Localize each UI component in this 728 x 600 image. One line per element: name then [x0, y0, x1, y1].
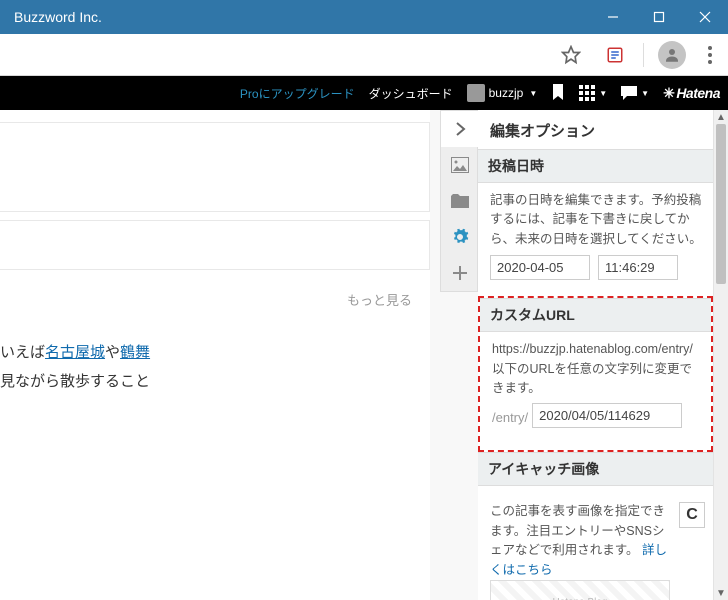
editor-pane: もっと見る いえば名古屋城や鶴舞 見ながら散歩すること — [0, 110, 430, 600]
post-date-input[interactable] — [490, 255, 590, 280]
entry-prefix-label: /entry/ — [492, 402, 528, 428]
chevron-down-icon: ▼ — [599, 89, 607, 98]
apps-icon[interactable]: ▼ — [579, 85, 607, 101]
custom-url-description: https://buzzjp.hatenablog.com/entry/以下のU… — [492, 340, 701, 398]
maximize-button[interactable] — [636, 0, 682, 34]
gear-icon[interactable] — [441, 219, 479, 255]
folder-icon[interactable] — [441, 183, 479, 219]
extension-icon[interactable] — [599, 39, 631, 71]
editor-placeholder — [0, 220, 430, 270]
thumb-label: Hatena Blog — [552, 595, 607, 600]
scrollbar[interactable]: ▲ ▼ — [714, 110, 728, 600]
hatena-nav: Proにアップグレード ダッシュボード buzzjp ▼ ▼ ▼ ✳Hatena — [0, 76, 728, 110]
chevron-down-icon: ▼ — [529, 89, 537, 98]
chevron-down-icon: ▼ — [641, 89, 649, 98]
post-date-description: 記事の日時を編集できます。予約投稿するには、記事を下書きに戻してから、未来の日時… — [490, 191, 705, 249]
bookmark-icon[interactable] — [551, 84, 565, 103]
eyecatch-description: この記事を表す画像を指定できます。注目エントリーやSNSシェアなどで利用されます… — [490, 504, 665, 557]
eyecatch-header: アイキャッチ画像 — [478, 452, 713, 486]
window-titlebar: Buzzword Inc. — [0, 0, 728, 34]
account-icon[interactable] — [656, 39, 688, 71]
workspace: もっと見る いえば名古屋城や鶴舞 見ながら散歩すること 編集オプション 投稿日時 — [0, 110, 728, 600]
scroll-down-icon[interactable]: ▼ — [714, 586, 728, 600]
refresh-button[interactable]: C — [679, 502, 705, 528]
options-panel: 編集オプション 投稿日時 記事の日時を編集できます。予約投稿するには、記事を下書… — [478, 110, 714, 600]
star-icon[interactable] — [555, 39, 587, 71]
close-button[interactable] — [682, 0, 728, 34]
window-title: Buzzword Inc. — [14, 9, 102, 25]
browser-toolbar — [0, 34, 728, 76]
plus-icon[interactable] — [441, 255, 479, 291]
upgrade-link[interactable]: Proにアップグレード — [240, 85, 355, 102]
sidebar-tools — [440, 110, 478, 292]
dashboard-link[interactable]: ダッシュボード — [369, 85, 453, 102]
window-buttons — [590, 0, 728, 34]
panel-title: 編集オプション — [490, 110, 705, 149]
avatar — [467, 84, 485, 102]
minimize-button[interactable] — [590, 0, 636, 34]
post-time-input[interactable] — [598, 255, 678, 280]
image-icon[interactable] — [441, 147, 479, 183]
more-link[interactable]: もっと見る — [0, 270, 430, 309]
article-link-tsurumai[interactable]: 鶴舞 — [120, 344, 150, 361]
username-label: buzzjp — [489, 86, 524, 100]
scroll-up-icon[interactable]: ▲ — [714, 110, 728, 124]
editor-placeholder — [0, 122, 430, 212]
kebab-menu-icon[interactable] — [700, 39, 720, 71]
custom-url-highlight: カスタムURL https://buzzjp.hatenablog.com/en… — [478, 296, 713, 452]
scroll-thumb[interactable] — [716, 124, 726, 284]
chat-icon[interactable]: ▼ — [621, 86, 649, 100]
toolbar-divider — [643, 43, 644, 67]
custom-url-header: カスタムURL — [480, 298, 711, 332]
eyecatch-thumbnail[interactable]: Hatena Blog — [490, 580, 670, 600]
article-preview: いえば名古屋城や鶴舞 見ながら散歩すること — [0, 309, 430, 396]
post-date-header: 投稿日時 — [478, 149, 713, 183]
collapse-panel-button[interactable] — [441, 111, 479, 147]
hatena-brand[interactable]: ✳Hatena — [663, 85, 720, 102]
custom-url-input[interactable] — [532, 403, 682, 428]
article-link-nagoya[interactable]: 名古屋城 — [45, 344, 105, 361]
user-menu[interactable]: buzzjp ▼ — [467, 84, 538, 102]
